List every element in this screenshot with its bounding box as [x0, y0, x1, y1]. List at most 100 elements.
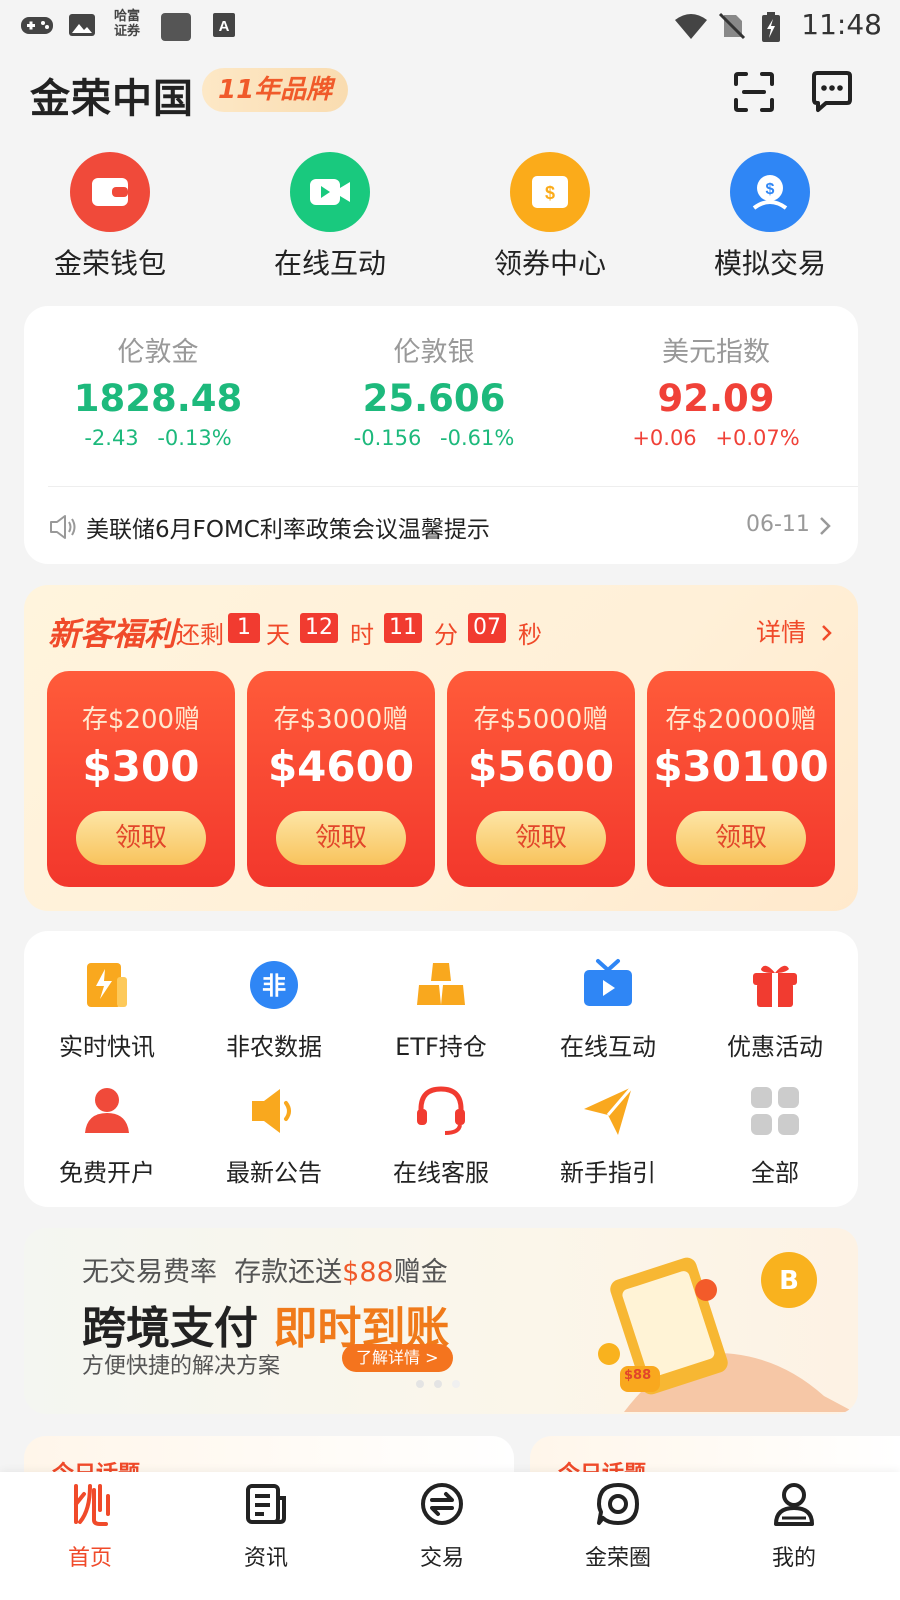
svg-text:B: B	[779, 1266, 799, 1296]
coupon-card[interactable]: 存$20000赠 $30100 领取	[647, 671, 835, 887]
countdown-unit: 秒	[518, 621, 542, 649]
quote-card: 伦敦金 1828.48 -2.43 -0.13% 伦敦银 25.606 -0.1…	[24, 306, 858, 564]
nav-news[interactable]: 资讯	[176, 1480, 356, 1572]
quick-entry-label: 在线互动	[273, 247, 386, 280]
quote-name: 伦敦银	[393, 337, 475, 368]
countdown-unit: 分	[434, 621, 458, 649]
claim-button[interactable]: 领取	[676, 811, 806, 865]
topic-card[interactable]: 今日话题	[24, 1436, 514, 1487]
feature-interactive[interactable]: 在线互动	[525, 957, 691, 1062]
notice-text: 美联储6月FOMC利率政策会议温馨提示	[86, 517, 490, 543]
broker-app-icon: 哈富 证券	[114, 9, 141, 39]
feature-label: 新手指引	[560, 1159, 656, 1187]
feature-promotions[interactable]: 优惠活动	[692, 957, 858, 1062]
feature-all[interactable]: 全部	[692, 1083, 858, 1188]
feature-label: 优惠活动	[727, 1033, 823, 1061]
coupon-amount: $30100	[653, 742, 829, 791]
countdown-minutes: 11	[384, 613, 422, 643]
nav-community[interactable]: 金荣圈	[528, 1480, 708, 1572]
topic-card[interactable]: 今日话题	[530, 1436, 900, 1487]
nav-label: 金荣圈	[584, 1546, 651, 1571]
svg-text:$: $	[766, 181, 775, 198]
coupon-condition: 存$5000赠	[473, 705, 609, 735]
wifi-icon	[675, 14, 707, 39]
quote-price: 1828.48	[73, 377, 243, 420]
feature-grid: 实时快讯 非 非农数据 ETF持仓 在线互动 优惠活动 免费开户 最新公告 在线…	[24, 931, 858, 1207]
coupon-amount: $4600	[267, 742, 415, 791]
headset-icon	[413, 1083, 469, 1139]
feature-customer-service[interactable]: 在线客服	[358, 1083, 524, 1188]
grid-icon	[747, 1083, 803, 1139]
tv-play-icon	[580, 957, 636, 1013]
chevron-right-icon	[822, 625, 832, 641]
quote-london-gold[interactable]: 伦敦金 1828.48 -2.43 -0.13%	[38, 330, 278, 450]
feature-nonfarm[interactable]: 非 非农数据	[191, 957, 357, 1062]
svg-text:非: 非	[262, 972, 286, 1000]
coupon-amount: $5600	[467, 742, 615, 791]
svg-text:A: A	[219, 18, 230, 35]
feature-beginner-guide[interactable]: 新手指引	[525, 1083, 691, 1188]
coupon-card[interactable]: 存$200赠 $300 领取	[47, 671, 235, 887]
countdown-prefix: 还剩	[176, 621, 224, 649]
feature-label: 在线客服	[393, 1159, 489, 1187]
bottom-nav: 首页 资讯 交易 金荣圈 我的	[0, 1472, 900, 1600]
gift-icon	[747, 957, 803, 1013]
notice-bar[interactable]: 美联储6月FOMC利率政策会议温馨提示 06-11	[24, 488, 858, 564]
cross-border-payment-banner[interactable]: 无交易费率 存款还送$88赠金 跨境支付 即时到账 方便快捷的解决方案 了解详情…	[24, 1228, 858, 1414]
detail-label: 详情	[756, 618, 807, 647]
countdown-unit: 时	[350, 621, 374, 649]
nav-trade[interactable]: 交易	[352, 1480, 532, 1572]
exchange-icon	[421, 1483, 463, 1525]
gold-bars-icon	[413, 957, 469, 1013]
nav-label: 我的	[771, 1546, 816, 1571]
feature-label: ETF持仓	[395, 1033, 487, 1061]
coupon-amount: $300	[82, 742, 200, 791]
brand-badge: 11年品牌	[202, 68, 349, 112]
quote-london-silver[interactable]: 伦敦银 25.606 -0.156 -0.61%	[314, 330, 554, 450]
banner-cta-button[interactable]: 了解详情 >	[342, 1344, 453, 1372]
quick-entry-coupon-center[interactable]: $ 领券中心	[460, 152, 640, 282]
image-icon	[69, 14, 95, 36]
countdown-days: 1	[228, 613, 260, 643]
quick-entry-interactive[interactable]: 在线互动	[240, 152, 420, 282]
dollar-person-icon: $	[730, 152, 810, 232]
quote-dollar-index[interactable]: 美元指数 92.09 +0.06 +0.07%	[596, 330, 836, 450]
gamepad-icon	[21, 17, 53, 34]
home-logo-icon	[74, 1484, 110, 1526]
nav-label: 资讯	[243, 1546, 288, 1571]
user-icon	[79, 1083, 135, 1139]
battery-charging-icon	[762, 12, 780, 42]
banner-line1: 无交易费率 存款还送$88赠金	[82, 1257, 448, 1288]
profile-icon	[774, 1483, 814, 1526]
status-bar: 哈富 证券 A 11:48	[0, 0, 900, 50]
coupon-card[interactable]: 存$3000赠 $4600 领取	[247, 671, 435, 887]
phone-payment-illustration-icon: B	[598, 1252, 854, 1412]
nav-label: 交易	[419, 1546, 464, 1571]
feature-flash-news[interactable]: 实时快讯	[24, 957, 190, 1062]
nav-label: 首页	[67, 1546, 112, 1571]
message-icon[interactable]	[808, 68, 856, 116]
feature-label: 免费开户	[59, 1159, 155, 1187]
feature-etf[interactable]: ETF持仓	[358, 957, 524, 1062]
promo-detail-link[interactable]: 详情	[756, 613, 834, 649]
divider	[48, 486, 858, 487]
promo-title: 新客福利	[48, 615, 177, 653]
quick-entry-demo-trade[interactable]: $ 模拟交易	[680, 152, 860, 282]
quick-entry-wallet[interactable]: 金荣钱包	[20, 152, 200, 282]
feature-open-account[interactable]: 免费开户	[24, 1083, 190, 1188]
scan-icon[interactable]	[730, 68, 778, 116]
feature-label: 实时快讯	[59, 1033, 155, 1061]
coupon-card[interactable]: 存$5000赠 $5600 领取	[447, 671, 635, 887]
speaker-notice-icon	[50, 515, 76, 539]
feature-announcements[interactable]: 最新公告	[191, 1083, 357, 1188]
quote-name: 美元指数	[662, 337, 770, 368]
svg-text:$: $	[545, 183, 555, 203]
quick-entry-label: 金荣钱包	[53, 247, 166, 280]
coupon-condition: 存$200赠	[81, 705, 201, 735]
nav-profile[interactable]: 我的	[704, 1480, 884, 1572]
claim-button[interactable]: 领取	[76, 811, 206, 865]
nav-home[interactable]: 首页	[0, 1480, 180, 1572]
claim-button[interactable]: 领取	[276, 811, 406, 865]
coupon-condition: 存$20000赠	[665, 705, 817, 735]
claim-button[interactable]: 领取	[476, 811, 606, 865]
